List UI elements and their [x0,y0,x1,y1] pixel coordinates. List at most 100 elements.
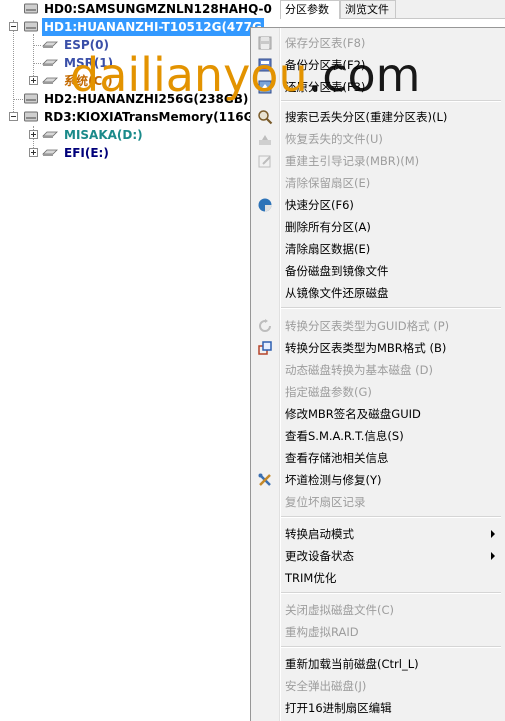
menu-item-label: 转换启动模式 [285,527,354,541]
menu-item-save-partition-table[interactable]: 保存分区表(F8) [251,32,505,54]
partition-icon [42,41,58,48]
tree-node-rd3[interactable]: RD3:KIOXIATransMemory(116G [0,108,280,126]
menu-item-restore-partition-table[interactable]: 还原分区表(F3) [251,76,505,98]
menu-item-label: 清除扇区数据(E) [285,242,371,256]
menu-item-backup-partition-table[interactable]: 备份分区表(F2) [251,54,505,76]
menu-item-label: 备份分区表(F2) [285,58,366,72]
menu-item-search-lost-partitions[interactable]: 搜索已丢失分区(重建分区表)(L) [251,106,505,128]
menu-item-label: 保存分区表(F8) [285,36,366,50]
hard-disk-icon [24,3,38,14]
menu-item-recover-lost-files[interactable]: 恢复丢失的文件(U) [251,128,505,150]
menu-item-label: 删除所有分区(A) [285,220,371,234]
menu-item-label: 坏道检测与修复(Y) [285,473,382,487]
hard-disk-icon [24,21,38,32]
tree-node-msr[interactable]: MSR(1) [0,54,280,72]
menu-item-label: TRIM优化 [285,571,337,585]
backup-icon [258,58,272,72]
collapse-icon[interactable] [9,112,18,121]
menu-separator [281,646,501,648]
convert-mbr-icon [258,341,272,355]
submenu-arrow-icon [491,530,495,538]
tree-node-efi-e[interactable]: EFI(E:) [0,144,280,162]
menu-item-change-device-state[interactable]: 更改设备状态 [251,545,505,567]
partition-icon [42,149,58,156]
menu-item-label: 从镜像文件还原磁盘 [285,286,389,300]
menu-item-label: 备份磁盘到镜像文件 [285,264,389,278]
menu-item-bad-sector-repair[interactable]: 坏道检测与修复(Y) [251,469,505,491]
menu-item-label: 还原分区表(F3) [285,80,366,94]
menu-item-convert-boot-mode[interactable]: 转换启动模式 [251,523,505,545]
menu-item-label: 重新加载当前磁盘(Ctrl_L) [285,657,419,671]
tree-node-hd0[interactable]: HD0:SAMSUNGMZNLN128HAHQ-0 [0,0,280,18]
menu-item-view-smart[interactable]: 查看S.M.A.R.T.信息(S) [251,425,505,447]
convert-guid-icon [259,319,271,332]
tree-node-label: 系统(C:) [64,74,113,88]
repair-tools-icon [258,473,271,486]
tab-bar: 分区参数 浏览文件 [280,0,505,19]
menu-item-close-virtual-disk[interactable]: 关闭虚拟磁盘文件(C) [251,599,505,621]
menu-item-label: 重构虚拟RAID [285,625,359,639]
menu-item-label: 更改设备状态 [285,549,354,563]
menu-item-trim-optimize[interactable]: TRIM优化 [251,567,505,589]
menu-item-safe-eject[interactable]: 安全弹出磁盘(J) [251,675,505,697]
menu-item-reload-disk[interactable]: 重新加载当前磁盘(Ctrl_L) [251,653,505,675]
menu-item-label: 安全弹出磁盘(J) [285,679,367,693]
partition-icon [42,131,58,138]
menu-item-convert-to-guid[interactable]: 转换分区表类型为GUID格式 (P) [251,315,505,337]
menu-item-label: 修改MBR签名及磁盘GUID [285,407,421,421]
menu-item-clear-sector-data[interactable]: 清除扇区数据(E) [251,238,505,260]
menu-separator [281,516,501,518]
expand-icon[interactable] [29,130,38,139]
submenu-arrow-icon [491,552,495,560]
tree-node-label: MSR(1) [64,56,114,70]
disk-tree-panel: HD0:SAMSUNGMZNLN128HAHQ-0 HD1:HUANANZHI-… [0,0,280,721]
tree-node-esp[interactable]: ESP(0) [0,36,280,54]
tree-node-label: EFI(E:) [64,146,109,160]
rebuild-mbr-icon [258,155,271,168]
partition-icon [42,77,58,84]
menu-item-reset-bad-sectors[interactable]: 复位坏扇区记录 [251,491,505,513]
menu-item-label: 转换分区表类型为MBR格式 (B) [285,341,447,355]
menu-separator [281,307,501,309]
menu-item-clear-reserved-sectors[interactable]: 清除保留扇区(E) [251,172,505,194]
menu-item-label: 查看S.M.A.R.T.信息(S) [285,429,404,443]
context-menu: 保存分区表(F8) 备份分区表(F2) 还原分区表(F3) 搜索已丢失分区(重建… [250,27,505,721]
menu-item-delete-all-partitions[interactable]: 删除所有分区(A) [251,216,505,238]
expand-icon[interactable] [29,148,38,157]
tab-label: 分区参数 [285,3,329,16]
expand-icon[interactable] [29,76,38,85]
menu-item-label: 关闭虚拟磁盘文件(C) [285,603,395,617]
tree-node-misaka-d[interactable]: MISAKA(D:) [0,126,280,144]
menu-item-view-storage-pool[interactable]: 查看存储池相关信息 [251,447,505,469]
restore-icon [258,80,272,94]
tab-browse-files[interactable]: 浏览文件 [340,0,396,18]
removable-disk-icon [24,111,38,122]
menu-item-label: 指定磁盘参数(G) [285,385,372,399]
tree-node-system-c[interactable]: 系统(C:) [0,72,280,90]
menu-item-convert-to-mbr[interactable]: 转换分区表类型为MBR格式 (B) [251,337,505,359]
tab-partition-params[interactable]: 分区参数 [280,0,340,19]
menu-item-label: 清除保留扇区(E) [285,176,371,190]
menu-item-backup-disk-to-image[interactable]: 备份磁盘到镜像文件 [251,260,505,282]
tree-node-hd1[interactable]: HD1:HUANANZHI-T10512G(477G [0,18,280,36]
search-icon [258,110,273,125]
menu-item-restore-disk-from-image[interactable]: 从镜像文件还原磁盘 [251,282,505,304]
menu-item-specify-disk-params[interactable]: 指定磁盘参数(G) [251,381,505,403]
tree-node-hd2[interactable]: HD2:HUANANZHI256G(238GB) [0,90,280,108]
menu-item-rebuild-mbr[interactable]: 重建主引导记录(MBR)(M) [251,150,505,172]
quick-partition-icon [258,198,272,212]
menu-item-hex-sector-editor[interactable]: 打开16进制扇区编辑 [251,697,505,719]
menu-item-label: 恢复丢失的文件(U) [285,132,383,146]
collapse-icon[interactable] [9,22,18,31]
menu-item-dynamic-to-basic[interactable]: 动态磁盘转换为基本磁盘 (D) [251,359,505,381]
menu-item-label: 转换分区表类型为GUID格式 (P) [285,319,450,333]
menu-separator [281,100,501,102]
tree-node-label: HD2:HUANANZHI256G(238GB) [44,92,249,106]
tree-node-label: HD1:HUANANZHI-T10512G(477G [42,18,264,36]
menu-item-modify-mbr-signature[interactable]: 修改MBR签名及磁盘GUID [251,403,505,425]
menu-separator [281,592,501,594]
menu-item-quick-partition[interactable]: 快速分区(F6) [251,194,505,216]
menu-item-label: 打开16进制扇区编辑 [285,701,392,715]
tree-node-label: MISAKA(D:) [64,128,143,142]
menu-item-rebuild-virtual-raid[interactable]: 重构虚拟RAID [251,621,505,643]
